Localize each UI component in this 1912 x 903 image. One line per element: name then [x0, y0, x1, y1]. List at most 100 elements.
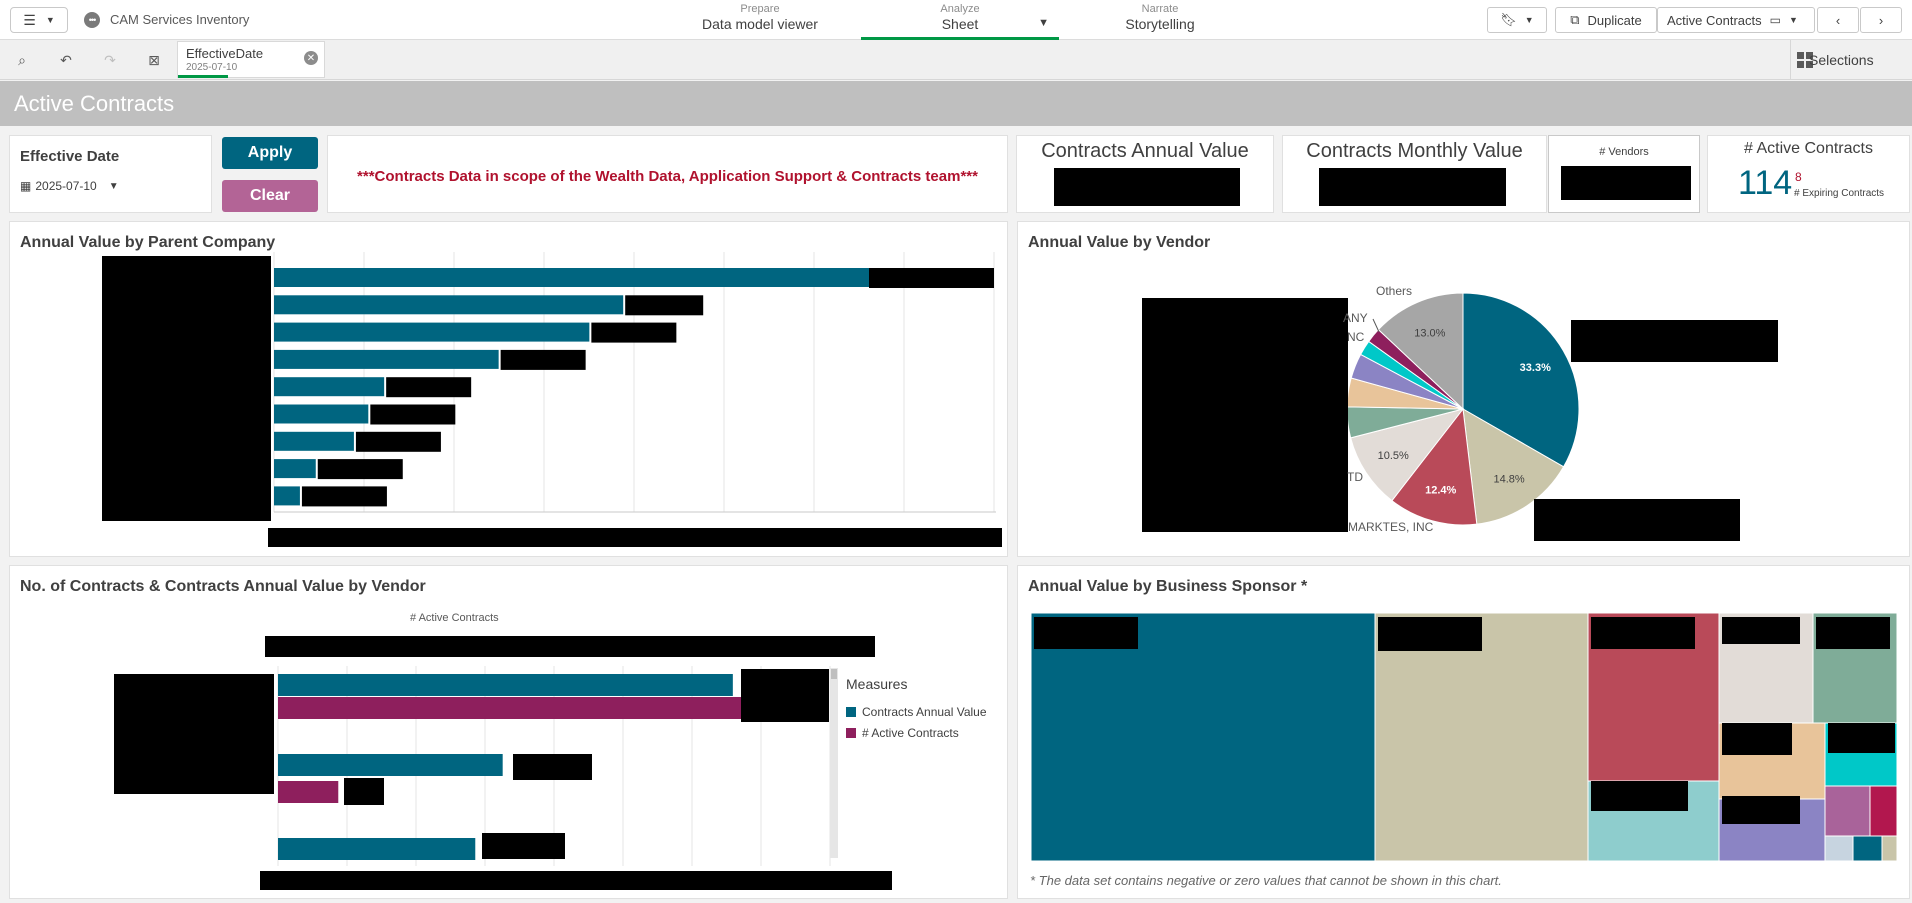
chevron-down-icon[interactable]: ▼ [1038, 17, 1049, 29]
bar-chart[interactable] [10, 222, 1007, 556]
legend-label: # Active Contracts [862, 726, 959, 740]
sheet-icon: ▭ [1769, 13, 1781, 27]
bar [274, 295, 624, 315]
previous-sheet-button[interactable]: ‹ [1817, 7, 1859, 33]
treemap-chart[interactable] [1018, 566, 1909, 898]
scope-banner: ***Contracts Data in scope of the Wealth… [327, 135, 1008, 213]
close-icon[interactable]: ✕ [304, 51, 318, 65]
redacted-label [317, 459, 403, 480]
redacted-axis [265, 636, 875, 657]
sheet-title: Active Contracts [0, 81, 1912, 126]
redacted-label [1816, 617, 1890, 649]
chevron-down-icon: ▼ [45, 15, 55, 25]
redacted-label [500, 349, 586, 370]
redacted-block [1319, 168, 1506, 206]
chart-business-sponsor: Annual Value by Business Sponsor * * The… [1017, 565, 1910, 899]
pie-data-label: 12.4% [1425, 484, 1456, 496]
duplicate-label: Duplicate [1587, 12, 1642, 28]
redacted-label [344, 778, 384, 805]
legend-label: Contracts Annual Value [862, 705, 987, 719]
pie-leader-line [1372, 318, 1380, 333]
bar-active-contracts [278, 781, 339, 803]
bar [274, 322, 590, 342]
pie-label-nc: NC [1347, 330, 1365, 344]
duplicate-button[interactable]: ⧉ Duplicate [1555, 7, 1657, 33]
bar [274, 431, 354, 451]
bar-annual-value [278, 674, 733, 696]
main-menu-button[interactable]: ☰ ▼ [10, 7, 68, 33]
pie-data-label: 13.0% [1414, 327, 1445, 339]
hamburger-icon: ☰ [23, 11, 36, 28]
chart-parent-company: Annual Value by Parent Company [9, 221, 1008, 557]
scrollbar-track [830, 668, 838, 858]
redacted-block [1534, 499, 1740, 541]
chevron-down-icon: ▼ [1524, 15, 1534, 25]
tab-narrate-label: Storytelling [1125, 16, 1195, 32]
tab-analyze[interactable]: Analyze Sheet ▼ [861, 0, 1059, 40]
redacted-label [1722, 617, 1800, 644]
kpi-active-value: 114 [1738, 164, 1793, 202]
clear-button[interactable]: Clear [222, 180, 318, 212]
treemap-cell [1030, 612, 1376, 862]
date-picker[interactable]: ▦ 2025-07-10 ▼ [20, 179, 119, 193]
redacted-axis-title [260, 871, 892, 890]
tab-prepare-sub: Prepare [740, 3, 780, 15]
step-back-icon[interactable]: ↶ [55, 49, 77, 71]
chevron-down-icon: ▼ [108, 180, 119, 192]
bar [274, 404, 369, 424]
banner-text: ***Contracts Data in scope of the Wealth… [357, 168, 978, 185]
chart-vendor-pie: Annual Value by Vendor 33.3% 14.8% 12.4% 10… [1017, 221, 1910, 557]
clear-all-icon[interactable]: ⊠ [143, 49, 165, 71]
redacted-label [869, 268, 994, 288]
treemap-cell [1824, 835, 1854, 862]
kpi-active-title: # Active Contracts [1744, 140, 1873, 157]
selection-state-bar [178, 75, 228, 78]
app-name: CAM Services Inventory [110, 12, 250, 27]
redacted-block [1142, 298, 1348, 532]
legend-item-annual-value[interactable]: Contracts Annual Value [846, 705, 987, 719]
redacted-label [741, 669, 829, 722]
sheet-selector[interactable]: Active Contracts ▭ ▼ [1657, 7, 1815, 33]
redacted-block [1054, 168, 1240, 206]
kpi-annual-value: Contracts Annual Value [1016, 135, 1274, 213]
redacted-label [1378, 617, 1482, 651]
tab-analyze-label: Sheet [941, 16, 979, 32]
selections-button[interactable]: Selections [1790, 40, 1912, 80]
kpi-expiring-label: # Expiring Contracts [1794, 188, 1885, 199]
pie-label-others: Others [1376, 284, 1413, 298]
tab-narrate[interactable]: Narrate Storytelling [1090, 0, 1230, 40]
redacted-label [1828, 723, 1895, 753]
step-forward-icon[interactable]: ↷ [99, 49, 121, 71]
redacted-axis-title [268, 528, 1002, 547]
legend-item-active-contracts[interactable]: # Active Contracts [846, 726, 959, 740]
tab-narrate-sub: Narrate [1141, 3, 1179, 15]
tab-prepare[interactable]: Prepare Data model viewer [690, 0, 830, 40]
calendar-icon: ▦ [20, 179, 32, 193]
bookmark-button[interactable]: 🔖︎ ▼ [1487, 7, 1547, 33]
redacted-label [591, 322, 677, 343]
redacted-label [386, 377, 472, 398]
bar [274, 459, 316, 479]
kpi-annual-value-title: Contracts Annual Value [1041, 140, 1249, 162]
next-sheet-button[interactable]: › [1860, 7, 1902, 33]
treemap-cell [1881, 835, 1898, 862]
apply-button[interactable]: Apply [222, 137, 318, 169]
redacted-axis-labels [102, 256, 271, 521]
selections-label: Selections [1809, 52, 1874, 68]
redacted-label [1591, 781, 1688, 811]
legend-swatch [846, 707, 856, 717]
pie-label-any: ANY [1343, 311, 1368, 325]
redacted-label [1591, 617, 1695, 649]
redacted-label [355, 431, 441, 452]
redacted-label [1722, 796, 1800, 824]
bar [274, 377, 385, 397]
kpi-vendors-title: # Vendors [1599, 146, 1649, 158]
pie-label-markets: MARKTES, INC [1348, 520, 1434, 534]
smart-search-icon[interactable]: ⌕ [11, 49, 33, 71]
chart-contracts-by-vendor: No. of Contracts & Contracts Annual Valu… [9, 565, 1008, 899]
legend-title: Measures [846, 676, 908, 692]
selection-chip-effectivedate[interactable]: EffectiveDate 2025-07-10 ✕ [177, 41, 325, 78]
kpi-monthly-value: Contracts Monthly Value [1282, 135, 1547, 213]
kpi-expiring-value: 8 [1795, 170, 1802, 184]
filter-title: Effective Date [20, 148, 120, 165]
